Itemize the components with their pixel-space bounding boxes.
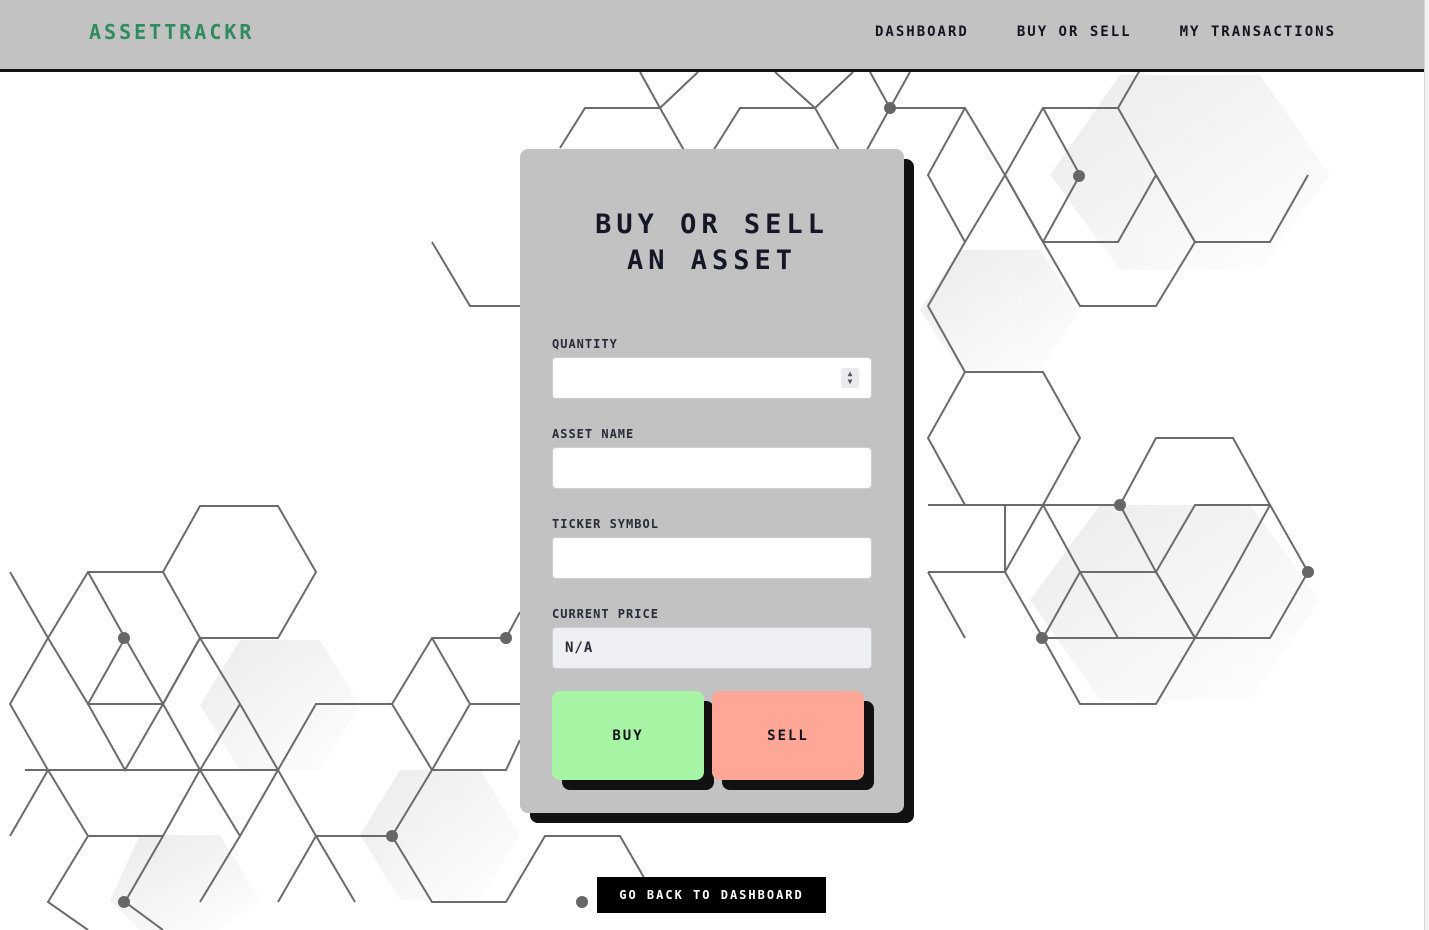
asset-name-label: Asset Name [552, 427, 635, 441]
quantity-input[interactable] [552, 357, 872, 399]
quantity-label: Quantity [552, 337, 618, 351]
nav-links: Dashboard Buy or Sell My Transactions [875, 24, 1336, 40]
back-to-dashboard-button[interactable]: Go back to dashboard [597, 877, 826, 913]
title-line-1: Buy or Sell [595, 209, 829, 240]
buy-button[interactable]: Buy [552, 691, 704, 780]
current-price-field [552, 627, 872, 669]
page-title: Buy or Sell an Asset [520, 207, 904, 279]
sell-button[interactable]: Sell [712, 691, 864, 780]
current-price-label: Current Price [552, 607, 659, 621]
brand-logo[interactable]: AssetTrackr [89, 20, 254, 44]
buy-sell-card: Buy or Sell an Asset Quantity ▲ ▼ Asset … [520, 149, 904, 813]
window-scrollbar[interactable] [1424, 0, 1429, 930]
nav-link-buy-or-sell[interactable]: Buy or Sell [1017, 24, 1132, 40]
nav-link-my-transactions[interactable]: My Transactions [1180, 24, 1336, 40]
navbar: AssetTrackr Dashboard Buy or Sell My Tra… [0, 0, 1424, 72]
ticker-symbol-label: Ticker Symbol [552, 517, 659, 531]
nav-link-dashboard[interactable]: Dashboard [875, 24, 969, 40]
ticker-symbol-input[interactable] [552, 537, 872, 579]
stepper-down-icon[interactable]: ▼ [848, 378, 853, 386]
quantity-stepper[interactable]: ▲ ▼ [841, 368, 859, 388]
asset-name-input[interactable] [552, 447, 872, 489]
title-line-2: an Asset [626, 245, 798, 276]
